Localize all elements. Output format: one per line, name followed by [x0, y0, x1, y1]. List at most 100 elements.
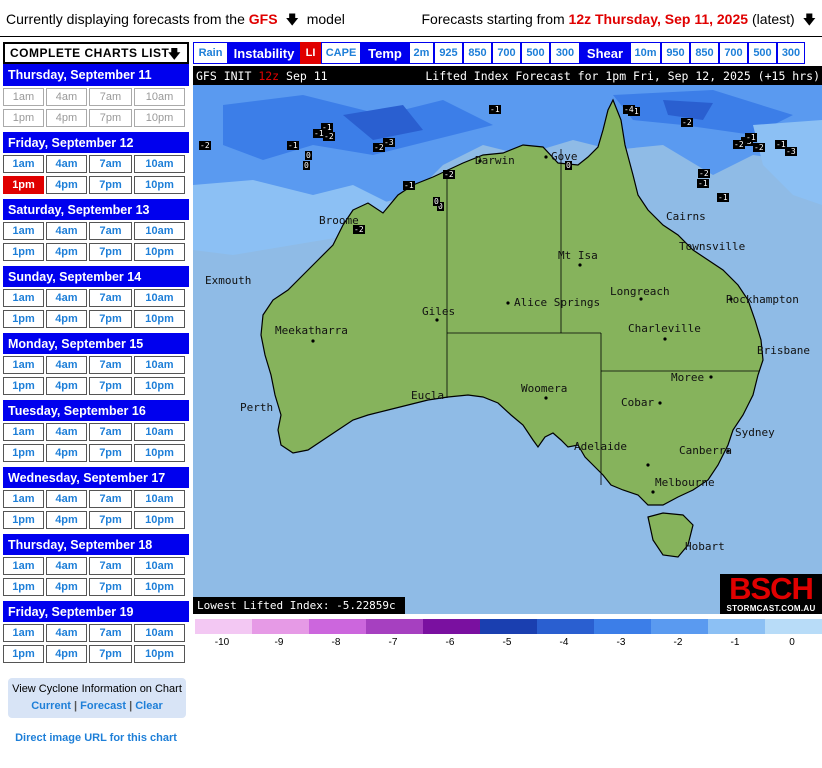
tab-500[interactable]: 500 [748, 42, 777, 64]
time-button[interactable]: 1pm [3, 645, 44, 663]
city-label: Melbourne [655, 476, 715, 489]
time-button[interactable]: 4am [46, 490, 87, 508]
tab-10m[interactable]: 10m [630, 42, 661, 64]
time-button[interactable]: 10am [134, 155, 185, 173]
tab-500[interactable]: 500 [521, 42, 550, 64]
map-init-date: Sep 11 [286, 69, 328, 83]
time-button[interactable]: 7pm [89, 310, 132, 328]
tab-850[interactable]: 850 [690, 42, 719, 64]
time-button[interactable]: 10am [134, 222, 185, 240]
time-button[interactable]: 1am [3, 423, 44, 441]
time-button[interactable]: 1am [3, 155, 44, 173]
time-button[interactable]: 4pm [46, 578, 87, 596]
time-button[interactable]: 10pm [134, 176, 185, 194]
tab-700[interactable]: 700 [719, 42, 748, 64]
time-button[interactable]: 7pm [89, 578, 132, 596]
tab-950[interactable]: 950 [661, 42, 690, 64]
time-button[interactable]: 4am [46, 624, 87, 642]
time-button[interactable]: 7am [89, 624, 132, 642]
time-button[interactable]: 7am [89, 155, 132, 173]
time-button[interactable]: 10am [134, 356, 185, 374]
tab-850[interactable]: 850 [463, 42, 492, 64]
time-button[interactable]: 4pm [46, 511, 87, 529]
time-button[interactable]: 7pm [89, 243, 132, 261]
day-header: Friday, September 12 [3, 132, 189, 153]
city-label: Sydney [735, 426, 775, 439]
time-button: 4am [46, 88, 87, 106]
tab-300[interactable]: 300 [777, 42, 805, 64]
cyclone-current-link[interactable]: Current [31, 700, 71, 712]
time-button[interactable]: 1pm [3, 377, 44, 395]
day-header: Monday, September 15 [3, 333, 189, 354]
time-button[interactable]: 7pm [89, 511, 132, 529]
time-button[interactable]: 1am [3, 557, 44, 575]
legend-label: -7 [388, 637, 398, 648]
time-button[interactable]: 10pm [134, 377, 185, 395]
time-button[interactable]: 4pm [46, 377, 87, 395]
direct-image-url-link[interactable]: Direct image URL for this chart [3, 732, 189, 744]
time-button[interactable]: 10am [134, 490, 185, 508]
time-button[interactable]: 7am [89, 557, 132, 575]
time-button[interactable]: 10am [134, 624, 185, 642]
run-dropdown-arrow-icon[interactable]: 🡇 [799, 12, 820, 27]
time-button[interactable]: 4am [46, 222, 87, 240]
time-button[interactable]: 7am [89, 289, 132, 307]
time-button[interactable]: 1am [3, 624, 44, 642]
time-button[interactable]: 4pm [46, 645, 87, 663]
time-button[interactable]: 10pm [134, 243, 185, 261]
time-button[interactable]: 7pm [89, 176, 132, 194]
time-button[interactable]: 1pm [3, 511, 44, 529]
time-button[interactable]: 7pm [89, 444, 132, 462]
cyclone-forecast-link[interactable]: Forecast [80, 700, 126, 712]
time-button[interactable]: 4am [46, 289, 87, 307]
time-button[interactable]: 10am [134, 557, 185, 575]
time-button[interactable]: 7am [89, 423, 132, 441]
legend-label: -5 [502, 637, 512, 648]
time-button[interactable]: 10pm [134, 444, 185, 462]
model-name[interactable]: GFS [249, 11, 278, 27]
time-button[interactable]: 1am [3, 490, 44, 508]
time-button[interactable]: 1pm [3, 310, 44, 328]
complete-charts-list-button[interactable]: COMPLETE CHARTS LIST 🡇 [3, 42, 189, 64]
time-button[interactable]: 4pm [46, 243, 87, 261]
time-button[interactable]: 1am [3, 356, 44, 374]
tab-li[interactable]: LI [300, 42, 321, 64]
time-button[interactable]: 10pm [134, 511, 185, 529]
time-button[interactable]: 7am [89, 356, 132, 374]
time-button[interactable]: 10am [134, 289, 185, 307]
tab-2m[interactable]: 2m [409, 42, 434, 64]
tab-300[interactable]: 300 [550, 42, 580, 64]
time-button[interactable]: 4pm [46, 310, 87, 328]
map-title-left: GFS INIT 12z Sep 11 [196, 69, 328, 83]
model-dropdown-arrow-icon[interactable]: 🡇 [281, 12, 302, 27]
day-header: Wednesday, September 17 [3, 467, 189, 488]
time-button[interactable]: 4pm [46, 444, 87, 462]
time-button[interactable]: 1am [3, 222, 44, 240]
time-button[interactable]: 1pm [3, 578, 44, 596]
time-button[interactable]: 1pm [3, 243, 44, 261]
tab-700[interactable]: 700 [492, 42, 521, 64]
time-button[interactable]: 1am [3, 289, 44, 307]
time-button[interactable]: 7pm [89, 377, 132, 395]
map-title-bar: GFS INIT 12z Sep 11 Lifted Index Forecas… [193, 66, 822, 85]
time-button[interactable]: 10am [134, 423, 185, 441]
time-button[interactable]: 10pm [134, 310, 185, 328]
time-button[interactable]: 1pm [3, 176, 44, 194]
time-button[interactable]: 1pm [3, 444, 44, 462]
time-button[interactable]: 4am [46, 356, 87, 374]
time-button[interactable]: 10pm [134, 645, 185, 663]
time-button[interactable]: 7pm [89, 645, 132, 663]
time-button[interactable]: 4am [46, 423, 87, 441]
tab-cape[interactable]: CAPE [321, 42, 361, 64]
time-button[interactable]: 4am [46, 155, 87, 173]
run-name[interactable]: 12z Thursday, Sep 11, 2025 [569, 11, 749, 27]
city-label: Moree [671, 371, 705, 384]
cyclone-clear-link[interactable]: Clear [135, 700, 163, 712]
time-button[interactable]: 10pm [134, 578, 185, 596]
time-button[interactable]: 7am [89, 222, 132, 240]
tab-925[interactable]: 925 [434, 42, 463, 64]
time-button[interactable]: 4am [46, 557, 87, 575]
time-button[interactable]: 4pm [46, 176, 87, 194]
time-button[interactable]: 7am [89, 490, 132, 508]
tab-rain[interactable]: Rain [193, 42, 228, 64]
